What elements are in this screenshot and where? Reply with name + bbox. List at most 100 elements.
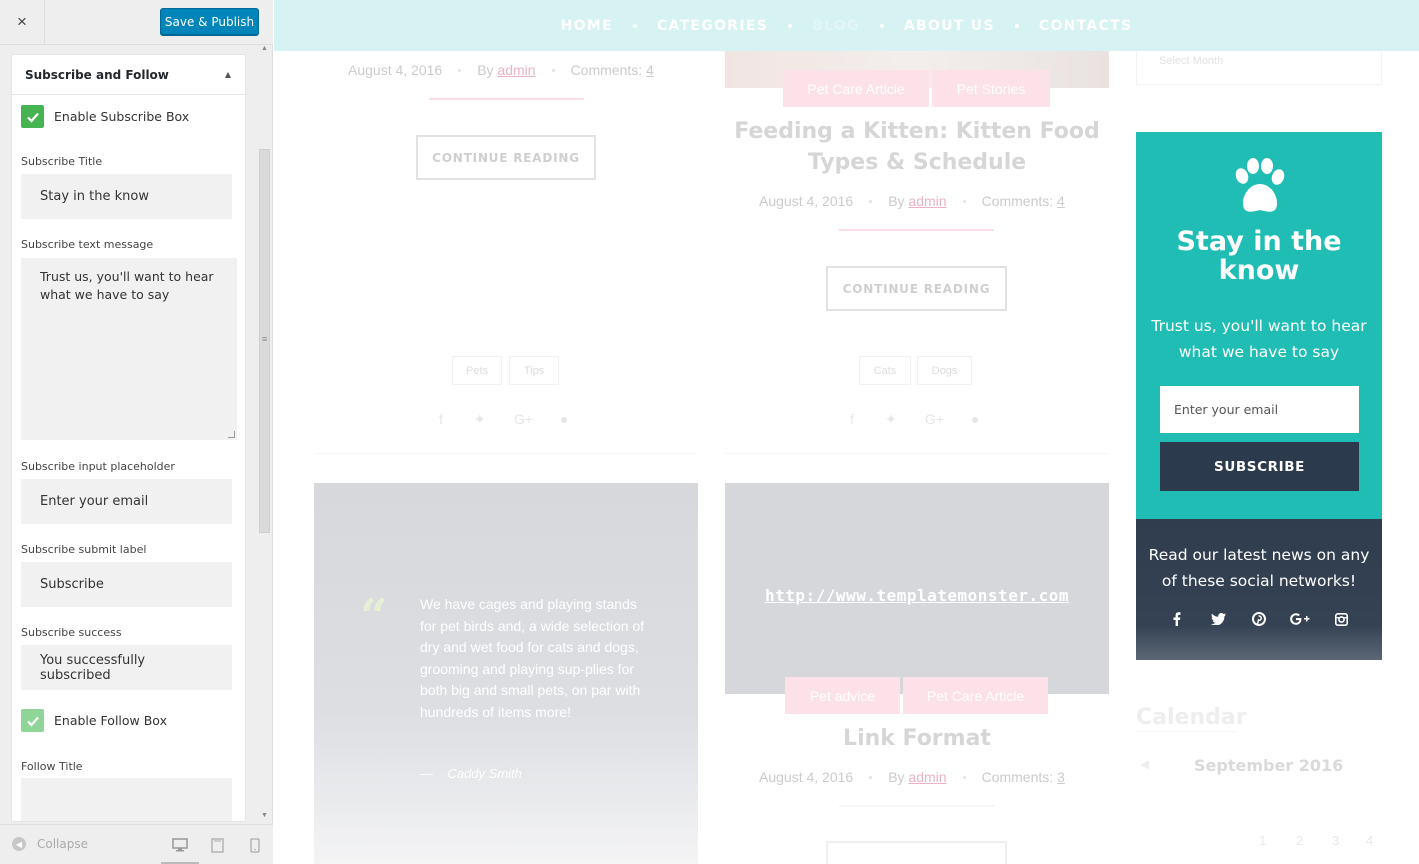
paw-icon [1235,158,1285,212]
quote-dash: — [420,766,433,781]
success-label: Subscribe success [21,626,122,639]
calendar-day[interactable]: 1 [1259,833,1266,848]
subscribe-title-label: Subscribe Title [21,155,103,168]
collapse-arrow-icon[interactable]: ▲ [225,70,231,79]
scroll-down-icon[interactable]: ▼ [261,812,268,819]
placeholder-input[interactable]: Enter your email [21,479,232,524]
category-tag[interactable]: Pet Care Article [903,677,1048,714]
category-tag[interactable]: Pet Stories [932,70,1050,107]
pinterest-icon[interactable]: ● [971,411,979,427]
nav-separator [879,23,884,28]
post-author-link[interactable]: admin [908,193,946,209]
continue-reading-button[interactable]: CONTINUE READING [416,135,596,180]
site-preview: HOME CATEGORIES ⌄ BLOG ⌄ ABOUT US CONTACTS… [274,0,1419,864]
quote-post-card: “ We have cages and playing stands for p… [314,483,698,864]
archive-month-select[interactable]: Select Month [1136,51,1382,85]
post-by-label: By [888,193,905,209]
subscribe-text-value: Trust us, you'll want to hear what we ha… [40,269,214,302]
nav-separator [1014,23,1019,28]
collapse-button[interactable]: ◀ Collapse [12,837,88,851]
post-comments-count[interactable]: 4 [646,62,654,78]
nav-item-blog[interactable]: BLOG ⌄ [812,18,860,39]
post-comments-count[interactable]: 4 [1057,193,1065,209]
link-url[interactable]: http://www.templatemonster.com [725,586,1109,605]
post-meta: August 4, 2016 By admin Comments: 3 [759,769,1065,785]
customizer-scrollbar[interactable]: ▲ ▼ [257,45,272,821]
calendar-prev-icon[interactable]: ◀ [1140,757,1149,771]
google-plus-icon[interactable]: G+ [925,411,944,427]
subscribe-button[interactable]: SUBSCRIBE [1160,442,1359,491]
post-title[interactable]: Feeding a Kitten: Kitten Food Types & Sc… [725,116,1109,178]
submit-label-input[interactable]: Subscribe [21,562,232,607]
twitter-icon[interactable]: ✦ [474,411,486,428]
post-title[interactable]: Link Format [725,723,1109,754]
meta-separator [869,775,873,779]
enable-follow-checkbox[interactable] [21,709,44,732]
save-publish-button[interactable]: Save & Publish [160,8,259,35]
quote-author-name: Caddy Smith [447,766,522,781]
nav-item-categories[interactable]: CATEGORIES ⌄ [657,18,768,39]
google-plus-icon[interactable] [1290,610,1310,628]
twitter-icon[interactable]: ✦ [885,411,897,428]
title-underline [429,98,584,100]
social-icons [1136,610,1382,628]
instagram-icon[interactable] [1331,610,1351,628]
calendar-month: September 2016 [1194,756,1344,775]
post-by-label: By [477,62,494,78]
post-comments-count[interactable]: 3 [1057,769,1065,785]
customizer-footer: ◀ Collapse [0,824,273,864]
close-customizer-button[interactable]: × [0,0,45,44]
facebook-icon[interactable]: f [439,411,443,427]
card-divider [314,446,698,454]
resize-grip-icon[interactable]: ≡ [262,334,267,344]
main-navigation: HOME CATEGORIES ⌄ BLOG ⌄ ABOUT US CONTACTS [274,0,1419,51]
subscribe-email-input[interactable]: Enter your email [1160,386,1359,433]
subscribe-text-textarea[interactable]: Trust us, you'll want to hear what we ha… [21,258,237,440]
google-plus-icon[interactable]: G+ [514,411,533,427]
pinterest-icon[interactable] [1249,610,1269,628]
success-input[interactable]: You successfully subscribed [21,645,232,690]
follow-title-input[interactable] [21,778,232,821]
scroll-up-icon[interactable]: ▲ [261,45,268,52]
twitter-icon[interactable] [1208,610,1228,628]
collapse-label: Collapse [37,837,88,851]
quote-text: We have cages and playing stands for pet… [420,596,645,720]
calendar-day[interactable]: 3 [1332,833,1339,848]
tablet-preview-icon[interactable] [209,837,225,853]
calendar-day[interactable]: 2 [1296,833,1303,848]
enable-subscribe-row[interactable]: Enable Subscribe Box [21,105,189,128]
enable-follow-row[interactable]: Enable Follow Box [21,709,167,732]
category-tag[interactable]: Pet Care Article [783,70,929,107]
continue-reading-button[interactable] [826,841,1007,864]
customizer-sidebar: × Save & Publish Subscribe and Follow ▲ … [0,0,273,864]
continue-reading-button[interactable]: CONTINUE READING [826,266,1007,311]
resize-handle-icon[interactable] [228,431,235,438]
tag-chip[interactable]: Tips [509,356,559,385]
post-comments-label: Comments: [981,193,1054,209]
tag-chip[interactable]: Cats [859,356,911,385]
category-tag[interactable]: Pet advice [785,677,900,714]
enable-subscribe-label: Enable Subscribe Box [54,109,190,124]
desktop-preview-icon[interactable] [172,837,188,853]
nav-item-home[interactable]: HOME [561,18,613,34]
meta-separator [869,199,873,203]
meta-separator [551,68,555,72]
nav-about-label: ABOUT US [903,17,995,34]
section-header[interactable]: Subscribe and Follow ▲ [12,55,245,95]
nav-item-about[interactable]: ABOUT US [904,18,995,34]
tag-chip[interactable]: Dogs [917,356,972,385]
collapse-arrow-icon: ◀ [12,837,26,851]
pinterest-icon[interactable]: ● [560,411,568,427]
tag-chip[interactable]: Pets [452,356,502,385]
nav-item-contacts[interactable]: CONTACTS [1039,18,1133,34]
mobile-preview-icon[interactable] [247,837,263,853]
enable-subscribe-checkbox[interactable] [21,105,44,128]
calendar-day[interactable]: 4 [1366,833,1373,848]
post-author-link[interactable]: admin [908,769,946,785]
facebook-icon[interactable]: f [850,411,854,427]
card-divider [725,446,1109,454]
subscribe-title-input[interactable]: Stay in the know [21,174,232,219]
nav-separator [788,23,793,28]
facebook-icon[interactable] [1167,610,1187,628]
post-author-link[interactable]: admin [497,62,535,78]
